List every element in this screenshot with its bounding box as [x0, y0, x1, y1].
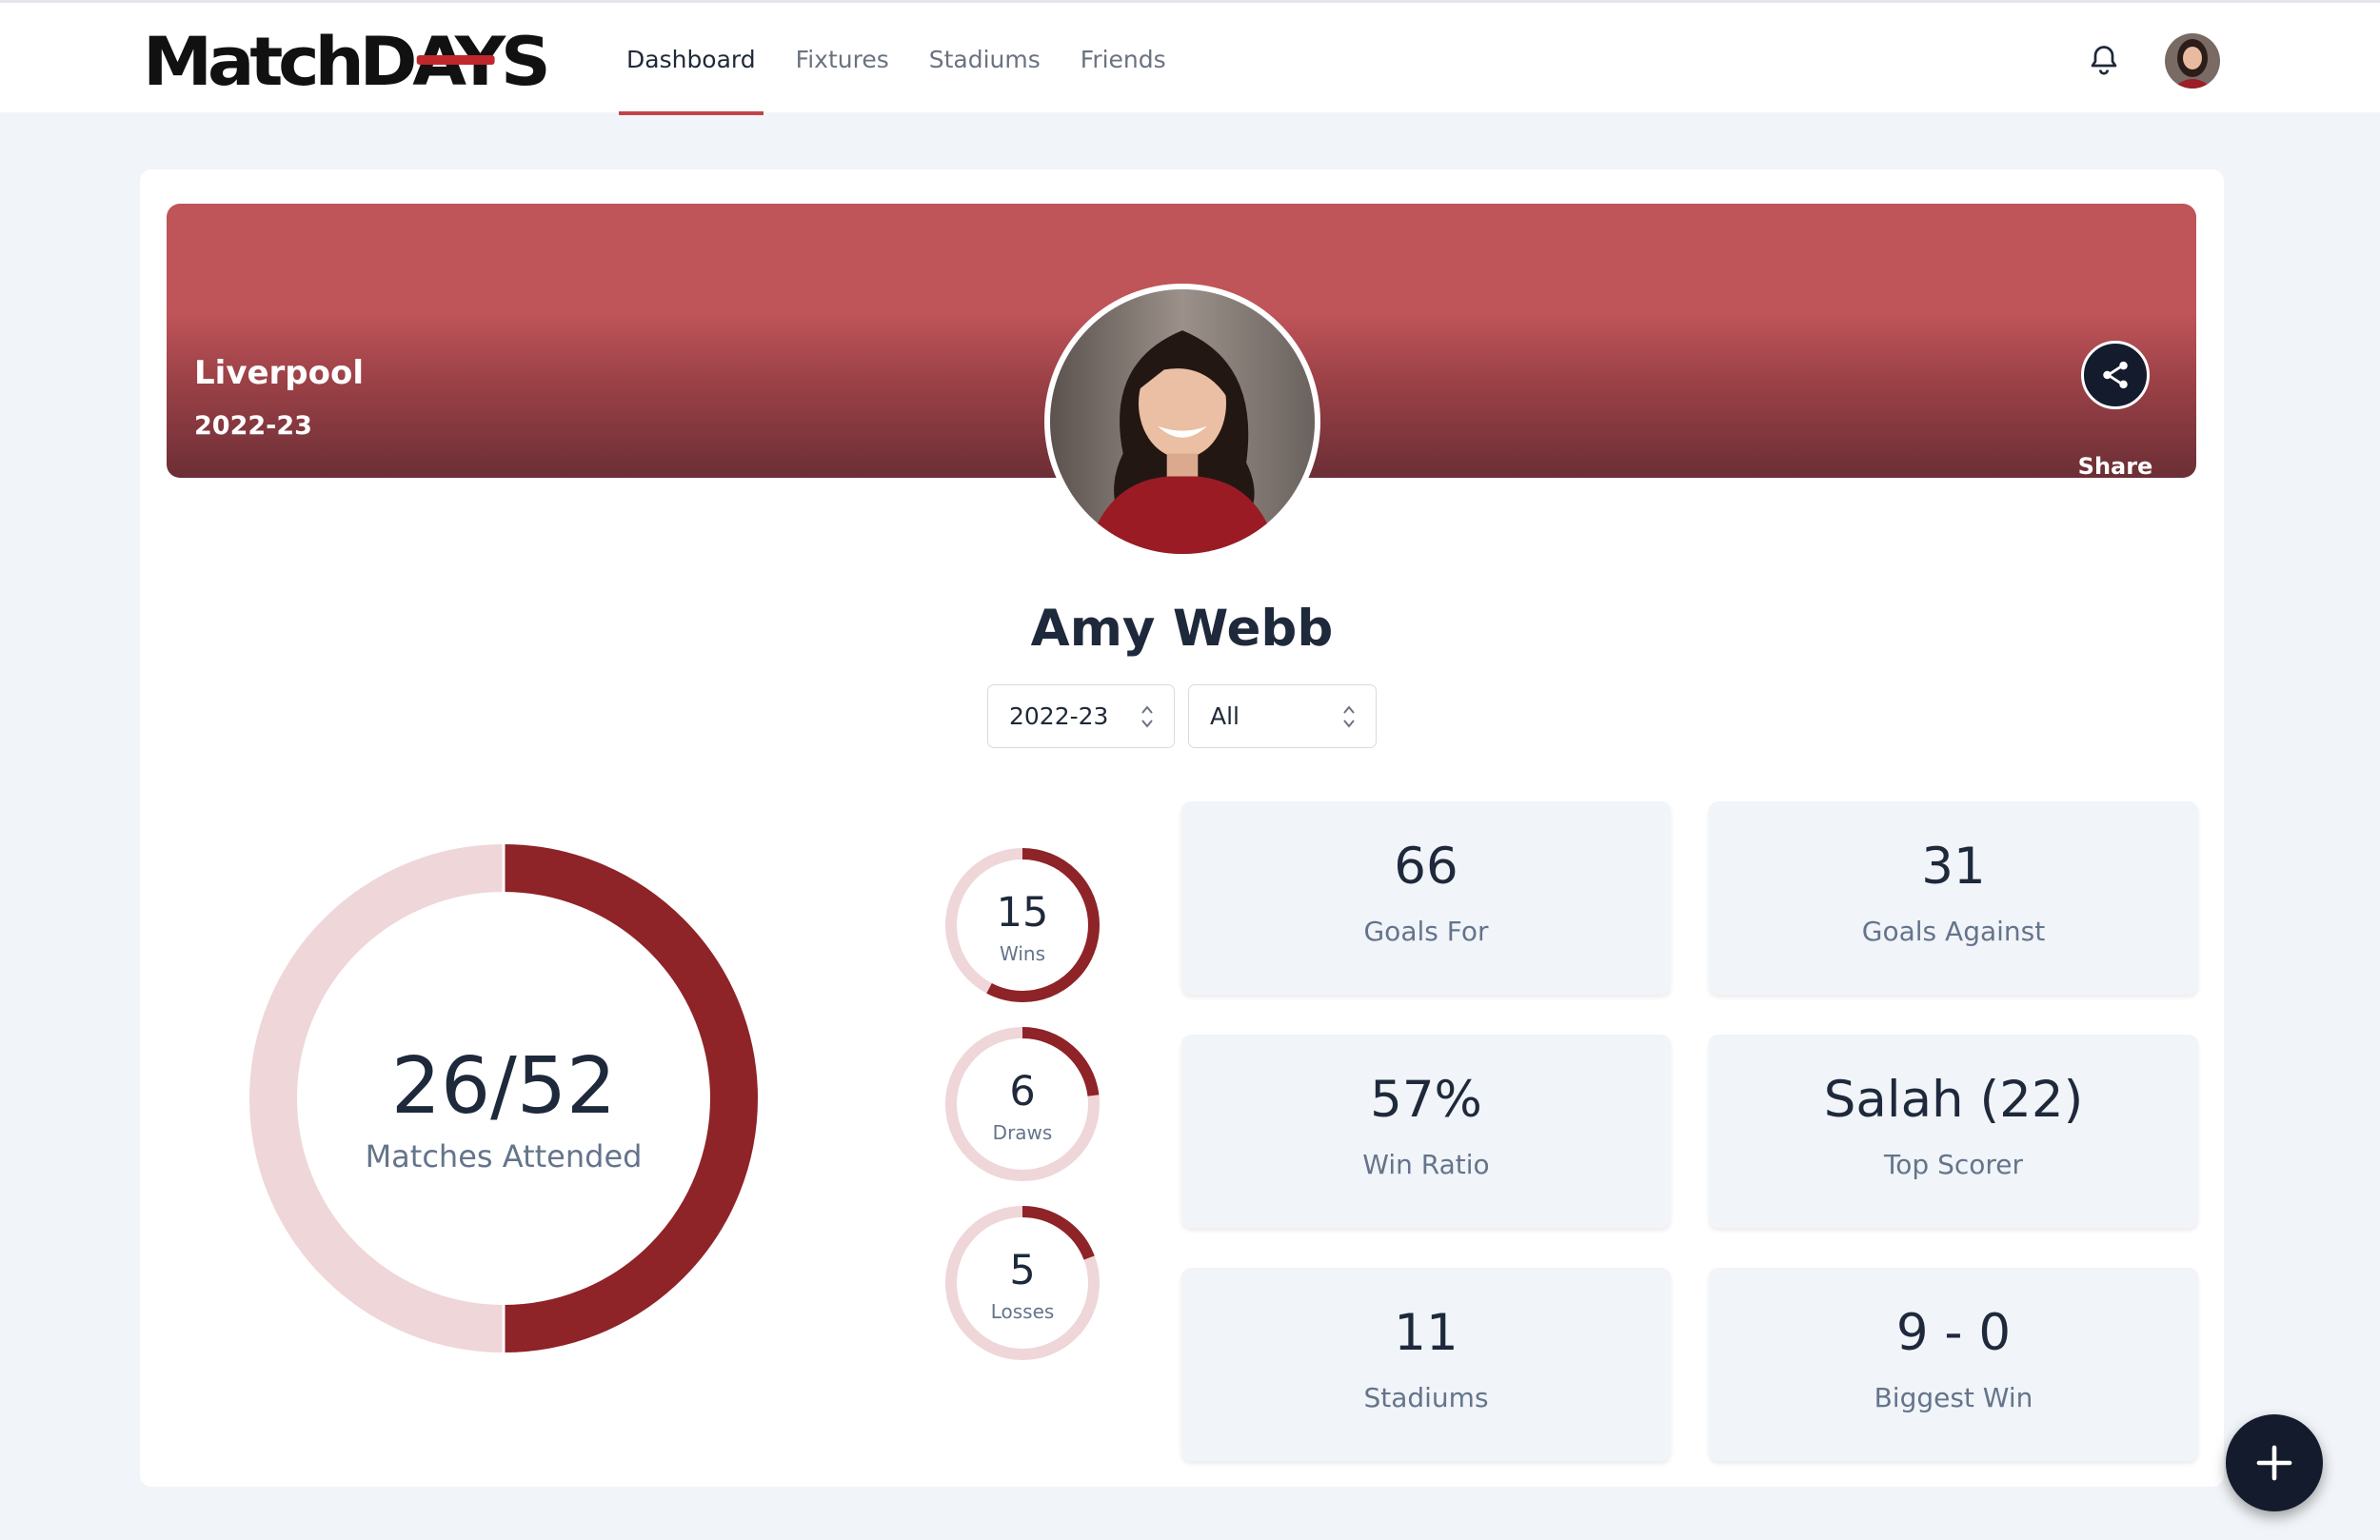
stat-value: 11 — [1394, 1304, 1458, 1362]
profile-avatar — [1044, 284, 1320, 560]
matchdays-logo[interactable]: MatchD AY S — [143, 23, 551, 101]
stat-label: Goals Against — [1861, 916, 2046, 947]
draws-label: Draws — [992, 1121, 1053, 1144]
top-navbar: MatchD AY S Dashboard Fixtures Stadiums Fr… — [0, 0, 2380, 115]
stat-label: Stadiums — [1363, 1382, 1489, 1413]
stat-card-goals-for: 66 Goals For — [1181, 801, 1671, 995]
banner-season: 2022-23 — [194, 411, 312, 441]
stat-label: Win Ratio — [1362, 1149, 1490, 1180]
main-nav: Dashboard Fixtures Stadiums Friends — [619, 3, 1199, 115]
stat-card-goals-against: 31 Goals Against — [1709, 801, 2198, 995]
wins-label: Wins — [1000, 942, 1045, 965]
user-avatar[interactable] — [2165, 33, 2220, 89]
logo-text-part: MatchD — [143, 23, 418, 101]
stat-value: 57% — [1370, 1071, 1482, 1129]
stat-value: 9 - 0 — [1895, 1304, 2012, 1362]
stat-label: Goals For — [1363, 916, 1489, 947]
stat-card-win-ratio: 57% Win Ratio — [1181, 1035, 1671, 1228]
stat-card-stadiums: 11 Stadiums — [1181, 1268, 1671, 1461]
stat-value: 31 — [1921, 838, 1986, 896]
stat-value: Salah (22) — [1823, 1071, 2084, 1129]
stat-card-top-scorer: Salah (22) Top Scorer — [1709, 1035, 2198, 1228]
attendance-label: Matches Attended — [365, 1138, 643, 1175]
competition-select[interactable]: All — [1188, 684, 1377, 748]
stat-card-biggest-win: 9 - 0 Biggest Win — [1709, 1268, 2198, 1461]
stat-label: Biggest Win — [1874, 1382, 2033, 1413]
team-name: Liverpool — [194, 354, 365, 392]
plus-icon — [2256, 1445, 2292, 1481]
season-select[interactable]: 2022-23 — [987, 684, 1175, 748]
dashboard-card: Liverpool 2022-23 Share Amy Webb 2022-23… — [140, 169, 2224, 1487]
share-label: Share — [2077, 453, 2153, 480]
share-button[interactable] — [2081, 341, 2150, 409]
nav-dashboard[interactable]: Dashboard — [619, 3, 764, 115]
add-match-button[interactable] — [2226, 1414, 2323, 1511]
nav-friends[interactable]: Friends — [1073, 3, 1174, 115]
profile-photo — [1050, 289, 1315, 554]
nav-stadiums[interactable]: Stadiums — [922, 3, 1048, 115]
nav-fixtures[interactable]: Fixtures — [788, 3, 897, 115]
logo-text-part: S — [500, 23, 551, 101]
avatar-image — [2165, 33, 2220, 89]
stat-value: 66 — [1394, 838, 1458, 896]
profile-name: Amy Webb — [1030, 600, 1334, 658]
share-icon — [2103, 361, 2128, 389]
wins-value: 15 — [996, 889, 1049, 937]
draws-value: 6 — [1009, 1068, 1036, 1116]
chevron-updown-icon — [1343, 705, 1355, 728]
losses-value: 5 — [1009, 1247, 1036, 1294]
competition-select-value: All — [1210, 702, 1240, 730]
logo-text-accent: AY — [412, 23, 506, 101]
season-select-value: 2022-23 — [1009, 702, 1109, 730]
chevron-updown-icon — [1141, 705, 1153, 728]
bell-icon[interactable] — [2087, 43, 2121, 77]
attendance-value: 26/52 — [390, 1041, 617, 1132]
stat-label: Top Scorer — [1883, 1149, 2024, 1180]
losses-label: Losses — [990, 1300, 1055, 1323]
